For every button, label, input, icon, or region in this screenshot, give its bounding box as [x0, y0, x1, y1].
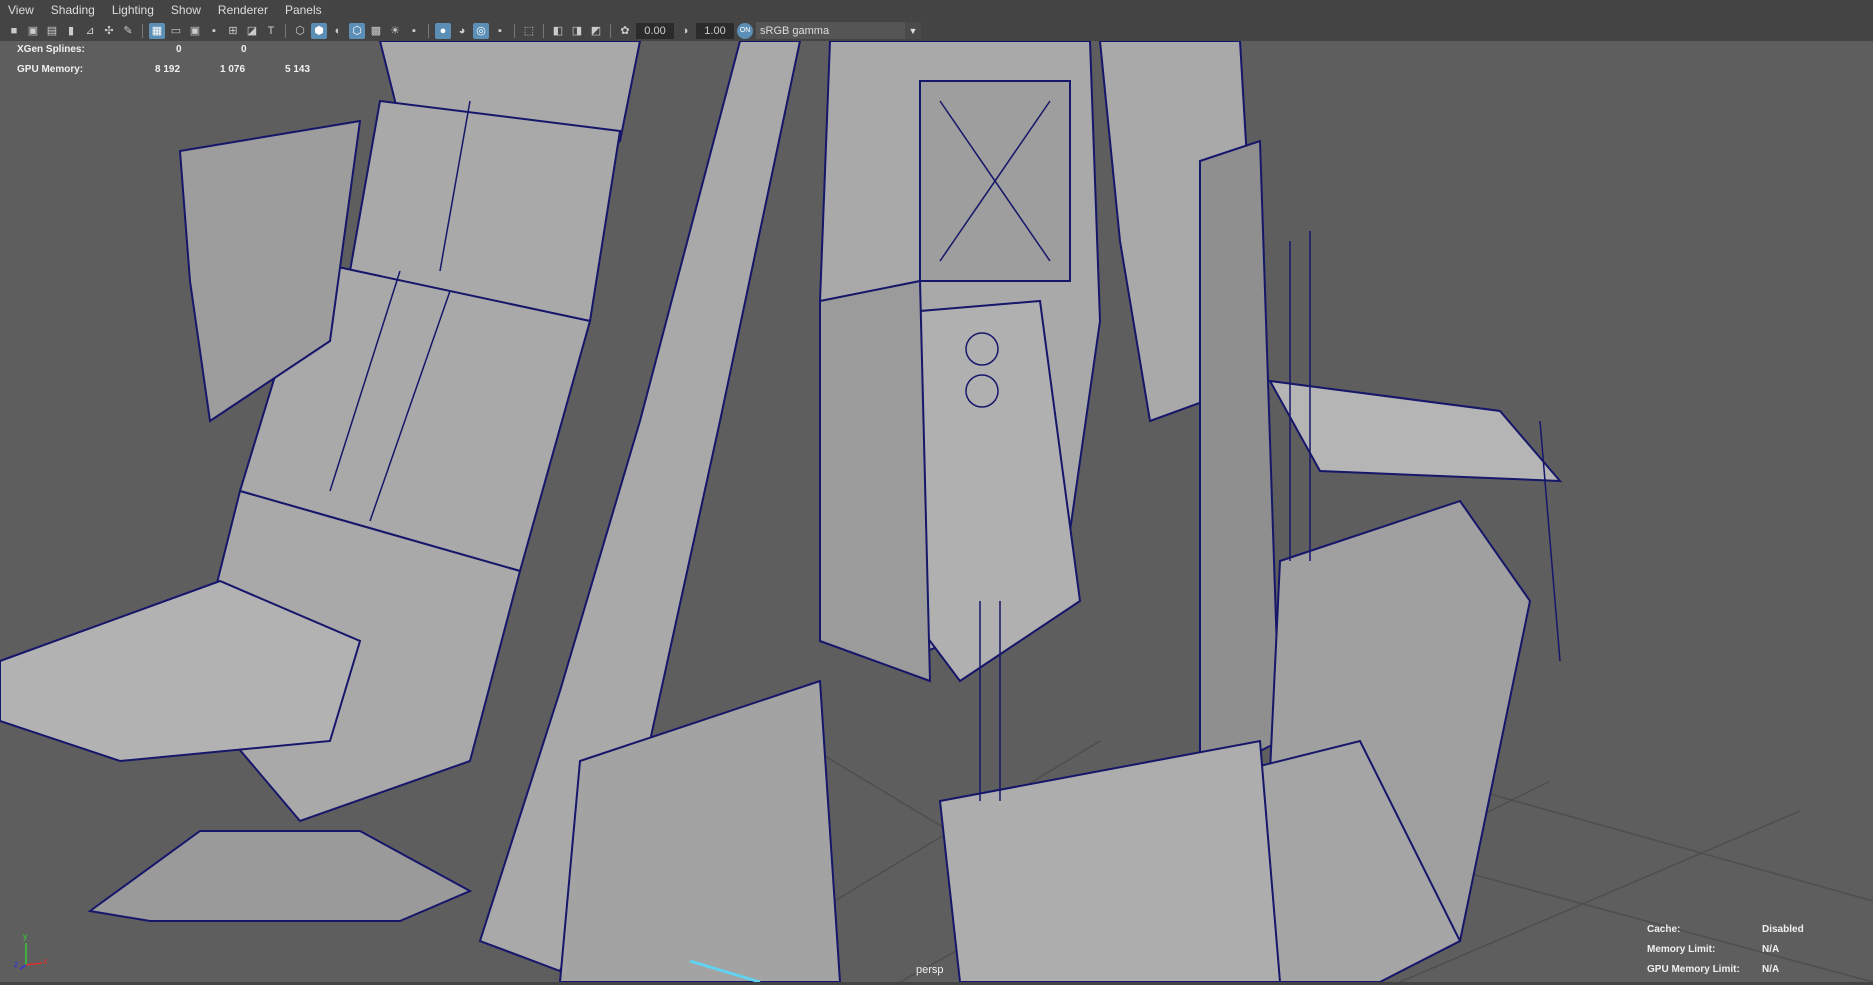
pen-icon[interactable]: ✎ [120, 23, 136, 39]
camera-name-label: persp [916, 964, 944, 976]
xray-components-icon[interactable]: ◩ [588, 23, 604, 39]
divider [285, 23, 286, 38]
hud-memory-limit-label: Memory Limit: [1647, 944, 1716, 955]
center-base [938, 739, 1282, 982]
textured-icon[interactable]: ▩ [368, 23, 384, 39]
gamma-icon[interactable]: ◑ [677, 23, 693, 39]
field-chart-icon[interactable]: ⊞ [225, 23, 241, 39]
hud-xgen-splines-value: 0 [241, 44, 247, 55]
grid-icon[interactable]: ▦ [149, 22, 165, 39]
color-space-value: sRGB gamma [760, 24, 830, 37]
menu-renderer[interactable]: Renderer [218, 3, 268, 17]
depth-of-field-icon[interactable]: ▪ [492, 23, 508, 39]
divider [514, 23, 515, 38]
safe-action-icon[interactable]: ◪ [244, 23, 260, 39]
hud-cache-value: Disabled [1762, 924, 1804, 935]
divider [428, 23, 429, 38]
axis-x-label: x [43, 956, 48, 966]
right-wall [1199, 139, 1282, 783]
menu-lighting[interactable]: Lighting [112, 3, 154, 17]
hud-gpu-memory-value: 1 076 [220, 64, 246, 75]
left-legs [87, 830, 473, 922]
xray-joints-icon[interactable]: ◨ [569, 23, 585, 39]
wireframe-icon[interactable]: ⬡ [292, 23, 308, 39]
panel-toolbar: ■ ▣ ▤ ▮ ⊿ ✣ ✎ ▦ ▭ ▣ ▪ ⊞ ◪ T ⬡ ⬢ ◐ ⬡ ▩ ☀ … [0, 20, 1873, 41]
scene-wireframe [0, 41, 1873, 982]
resolution-gate-icon[interactable]: ▣ [187, 23, 203, 39]
lights-icon[interactable]: ☀ [387, 23, 403, 39]
safe-title-icon[interactable]: T [263, 23, 279, 39]
default-material-icon[interactable]: ◐ [330, 23, 346, 39]
center-left-tower [819, 279, 932, 683]
xray-icon[interactable]: ◧ [550, 23, 566, 39]
image-plane-icon[interactable]: ⊿ [82, 23, 98, 39]
menu-bar: View Shading Lighting Show Renderer Pane… [0, 0, 1873, 20]
hud-gpu-memory-limit-label: GPU Memory Limit: [1647, 964, 1740, 975]
hud-xgen-splines-label: XGen Splines: [17, 44, 85, 55]
exposure-icon[interactable]: ✿ [617, 23, 633, 39]
motion-blur-icon[interactable]: ◕ [454, 23, 470, 39]
wireframe-on-shaded-icon[interactable]: ⬡ [349, 22, 365, 39]
anti-alias-icon[interactable]: ◎ [473, 22, 489, 39]
divider [142, 23, 143, 38]
shadows-icon[interactable]: ▪ [406, 23, 422, 39]
camera-icon[interactable]: ■ [6, 23, 22, 39]
hud-gpu-memory-label: GPU Memory: [17, 64, 84, 75]
menu-view[interactable]: View [8, 3, 34, 17]
color-space-dropdown[interactable]: sRGB gamma ▼ [756, 22, 921, 39]
menu-shading[interactable]: Shading [51, 3, 95, 17]
hud-gpu-memory-value: 8 192 [155, 64, 181, 75]
hud-gpu-memory-value: 5 143 [285, 64, 311, 75]
gamma-field[interactable]: 1.00 [696, 22, 734, 39]
hud-gpu-memory-limit-value: N/A [1762, 964, 1780, 975]
axis-gizmo: y x z [14, 931, 54, 971]
pivot-icon[interactable]: ✣ [101, 23, 117, 39]
color-management-icon[interactable]: ON [737, 22, 753, 39]
3d-viewport[interactable]: XGen Splines: 0 0 GPU Memory: 8 192 1 07… [0, 41, 1873, 982]
hud-memory-limit-value: N/A [1762, 944, 1780, 955]
axis-z-label: z [14, 959, 19, 969]
smooth-shade-icon[interactable]: ⬢ [311, 22, 327, 39]
hud-xgen-splines-value: 0 [176, 44, 182, 55]
menu-panels[interactable]: Panels [285, 3, 322, 17]
ssao-icon[interactable]: ● [435, 22, 451, 39]
exposure-field[interactable]: 0.00 [636, 22, 674, 39]
lock-camera-icon[interactable]: ▣ [25, 23, 41, 39]
bookmark-icon[interactable]: ▮ [63, 23, 79, 39]
gate-mask-icon[interactable]: ▪ [206, 23, 222, 39]
hud-cache-label: Cache: [1647, 924, 1681, 935]
right-upper-deck [1268, 379, 1563, 483]
isolate-select-icon[interactable]: ⬚ [521, 23, 537, 39]
divider [543, 23, 544, 38]
divider [610, 23, 611, 38]
chevron-down-icon[interactable]: ▼ [905, 22, 921, 39]
menu-show[interactable]: Show [171, 3, 201, 17]
bookmark-camera-icon[interactable]: ▤ [44, 23, 60, 39]
film-gate-icon[interactable]: ▭ [168, 23, 184, 39]
axis-y-label: y [23, 931, 28, 941]
